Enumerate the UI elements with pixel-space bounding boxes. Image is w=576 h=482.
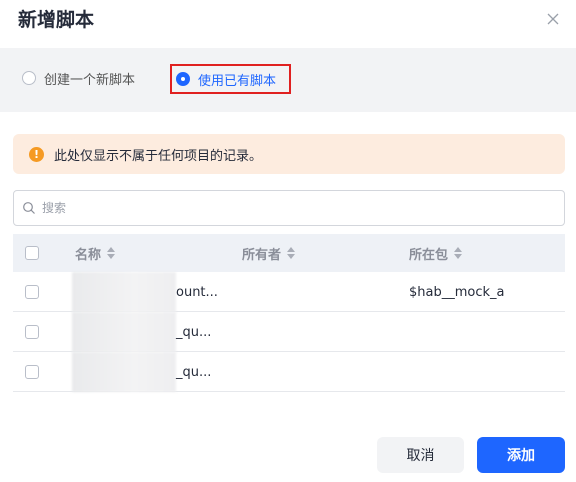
redacted-name-prefix (72, 272, 176, 312)
table-row[interactable]: _qu... (13, 312, 565, 352)
column-label: 所在包 (409, 247, 449, 263)
radio-unchecked-icon (22, 71, 36, 85)
sort-icon (287, 247, 296, 259)
dialog-header: 新增脚本 (0, 0, 576, 48)
add-script-dialog: 新增脚本 创建一个新脚本 使用已有脚本 ! 此处仅显示不属于任何项目的记录。 名… (0, 0, 576, 482)
sort-icon (107, 247, 116, 259)
close-icon[interactable] (543, 9, 563, 29)
info-notice: ! 此处仅显示不属于任何项目的记录。 (13, 134, 565, 174)
cell-name: ount... (176, 284, 218, 300)
redacted-name-prefix (72, 352, 176, 392)
column-header-package[interactable]: 所在包 (409, 234, 463, 272)
column-header-name[interactable]: 名称 (75, 234, 116, 272)
row-checkbox[interactable] (25, 325, 39, 339)
row-checkbox[interactable] (25, 365, 39, 379)
column-label: 名称 (75, 247, 102, 263)
redacted-name-prefix (72, 312, 176, 352)
table-row[interactable]: ount... $hab__mock_a (13, 272, 565, 312)
scripts-table: 名称 所有者 所在包 ount... $hab__mock_a _qu... _… (13, 234, 565, 392)
radio-create-new-script[interactable]: 创建一个新脚本 (22, 63, 135, 93)
add-button[interactable]: 添加 (477, 437, 565, 473)
search-input[interactable] (42, 201, 542, 215)
notice-text: 此处仅显示不属于任何项目的记录。 (54, 148, 263, 164)
sort-icon (454, 247, 463, 259)
column-label: 所有者 (242, 247, 282, 263)
cancel-button[interactable]: 取消 (377, 437, 464, 473)
column-header-owner[interactable]: 所有者 (242, 234, 296, 272)
radio-checked-icon (176, 72, 190, 86)
row-checkbox[interactable] (25, 285, 39, 299)
select-all-checkbox[interactable] (25, 246, 39, 260)
script-mode-selector: 创建一个新脚本 使用已有脚本 (0, 48, 576, 112)
radio-label: 使用已有脚本 (198, 73, 277, 89)
table-row[interactable]: _qu... (13, 352, 565, 392)
search-icon (23, 202, 35, 214)
dialog-title: 新增脚本 (18, 9, 95, 31)
cell-name: _qu... (176, 364, 212, 380)
radio-label: 创建一个新脚本 (44, 72, 136, 88)
search-box[interactable] (13, 190, 565, 226)
cell-package: $hab__mock_a (409, 284, 505, 300)
radio-use-existing-script[interactable]: 使用已有脚本 (170, 64, 291, 94)
cell-name: _qu... (176, 324, 212, 340)
table-header: 名称 所有者 所在包 (13, 234, 565, 272)
warning-icon: ! (29, 146, 44, 162)
